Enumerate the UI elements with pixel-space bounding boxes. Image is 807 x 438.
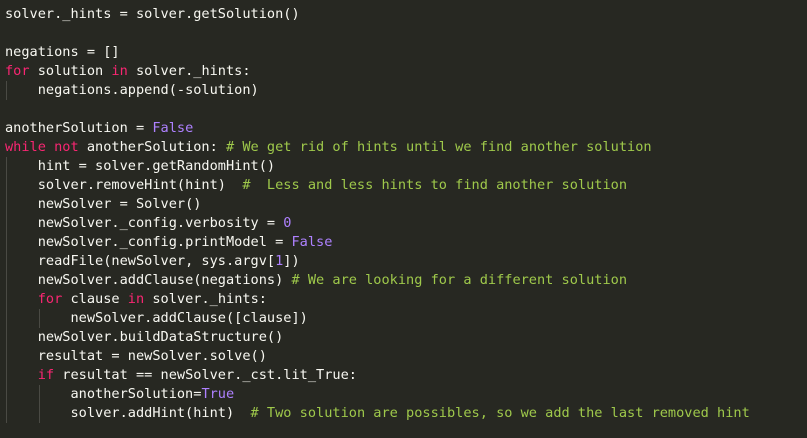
code-text: anotherSolution= [70,386,202,402]
indent-guide [38,309,40,328]
code-text: resultat = newSolver.solve() [37,348,267,364]
code-constant: 0 [283,215,292,231]
indent-guide [6,366,7,385]
code-text: newSolver.addClause([clause]) [70,310,308,326]
indent-guide [6,347,7,366]
code-text: solver.addHint(hint) [70,405,251,421]
indent-guide [6,328,7,347]
indent-guide [6,176,7,195]
code-keyword: if [37,367,55,383]
code-line[interactable]: negations = [] [5,43,807,62]
indent-guide [6,271,7,290]
code-text: anotherSolution = [5,120,153,136]
indent-guide [6,195,7,214]
indent-guide [6,309,7,328]
code-keyword: for [5,63,30,79]
code-constant: True [201,386,235,402]
code-comment: # We are looking for a different solutio… [291,272,628,288]
code-comment: # We get rid of hints until we find anot… [226,139,652,155]
code-line[interactable]: resultat = newSolver.solve() [5,347,807,366]
indent-guide [38,385,40,404]
code-text: resultat == newSolver._cst.lit_True: [54,367,357,383]
code-line[interactable]: hint = solver.getRandomHint() [5,157,807,176]
code-text: solver._hints: [144,291,267,307]
code-text: negations = [] [5,44,120,60]
indent-guide [6,233,7,252]
code-line[interactable]: while not anotherSolution: # We get rid … [5,138,807,157]
code-line[interactable] [5,100,807,119]
code-text: hint = solver.getRandomHint() [37,158,276,174]
code-line[interactable]: newSolver._config.printModel = False [5,233,807,252]
code-keyword: while [5,139,46,155]
code-keyword: in [111,63,128,79]
code-line[interactable]: anotherSolution = False [5,119,807,138]
code-line[interactable]: newSolver.buildDataStructure() [5,328,807,347]
code-text: solver._hints: [127,63,251,79]
code-line[interactable]: readFile(newSolver, sys.argv[1]) [5,252,807,271]
indent-guide [6,385,7,404]
indent-guide [6,214,7,233]
code-line[interactable]: for clause in solver._hints: [5,290,807,309]
code-line[interactable]: negations.append(-solution) [5,81,807,100]
code-editor[interactable]: solver._hints = solver.getSolution() nega… [0,0,807,438]
code-text: newSolver = Solver() [37,196,202,212]
code-text: ]) [283,253,300,269]
code-line[interactable]: solver.addHint(hint) # Two solution are … [5,404,807,423]
code-line[interactable]: newSolver.addClause(negations) # We are … [5,271,807,290]
code-text: newSolver._config.verbosity = [37,215,284,231]
code-line[interactable] [5,24,807,43]
code-line[interactable]: if resultat == newSolver._cst.lit_True: [5,366,807,385]
code-constant: False [291,234,333,250]
indent-guide [38,404,40,423]
code-line[interactable]: anotherSolution=True [5,385,807,404]
indent-guide [6,81,7,100]
code-keyword: not [54,139,79,155]
code-line[interactable]: solver.removeHint(hint) # Less and less … [5,176,807,195]
code-keyword: for [37,291,63,307]
code-text: newSolver.addClause(negations) [37,272,292,288]
code-text: solution [29,63,112,79]
code-comment: # Two solution are possibles, so we add … [250,405,750,421]
code-keyword: in [127,291,145,307]
code-text: newSolver.buildDataStructure() [37,329,284,345]
indent-guide [6,404,7,423]
indent-guide [6,290,7,309]
code-line[interactable]: newSolver._config.verbosity = 0 [5,214,807,233]
code-text: newSolver._config.printModel = [37,234,292,250]
code-text: clause [62,291,128,307]
code-text: anotherSolution: [78,139,226,155]
indent-guide [6,157,7,176]
code-line[interactable]: solver._hints = solver.getSolution() [5,5,807,24]
code-constant: False [152,120,194,136]
code-text: readFile(newSolver, sys.argv[ [37,253,276,269]
indent-guide [6,252,7,271]
code-text: solver._hints = solver.getSolution() [5,6,300,22]
code-line[interactable]: newSolver.addClause([clause]) [5,309,807,328]
code-text: negations.append(-solution) [37,82,259,98]
code-line[interactable]: for solution in solver._hints: [5,62,807,81]
code-line[interactable]: newSolver = Solver() [5,195,807,214]
code-text: solver.removeHint(hint) [37,177,243,193]
code-comment: # Less and less hints to find another so… [242,177,628,193]
